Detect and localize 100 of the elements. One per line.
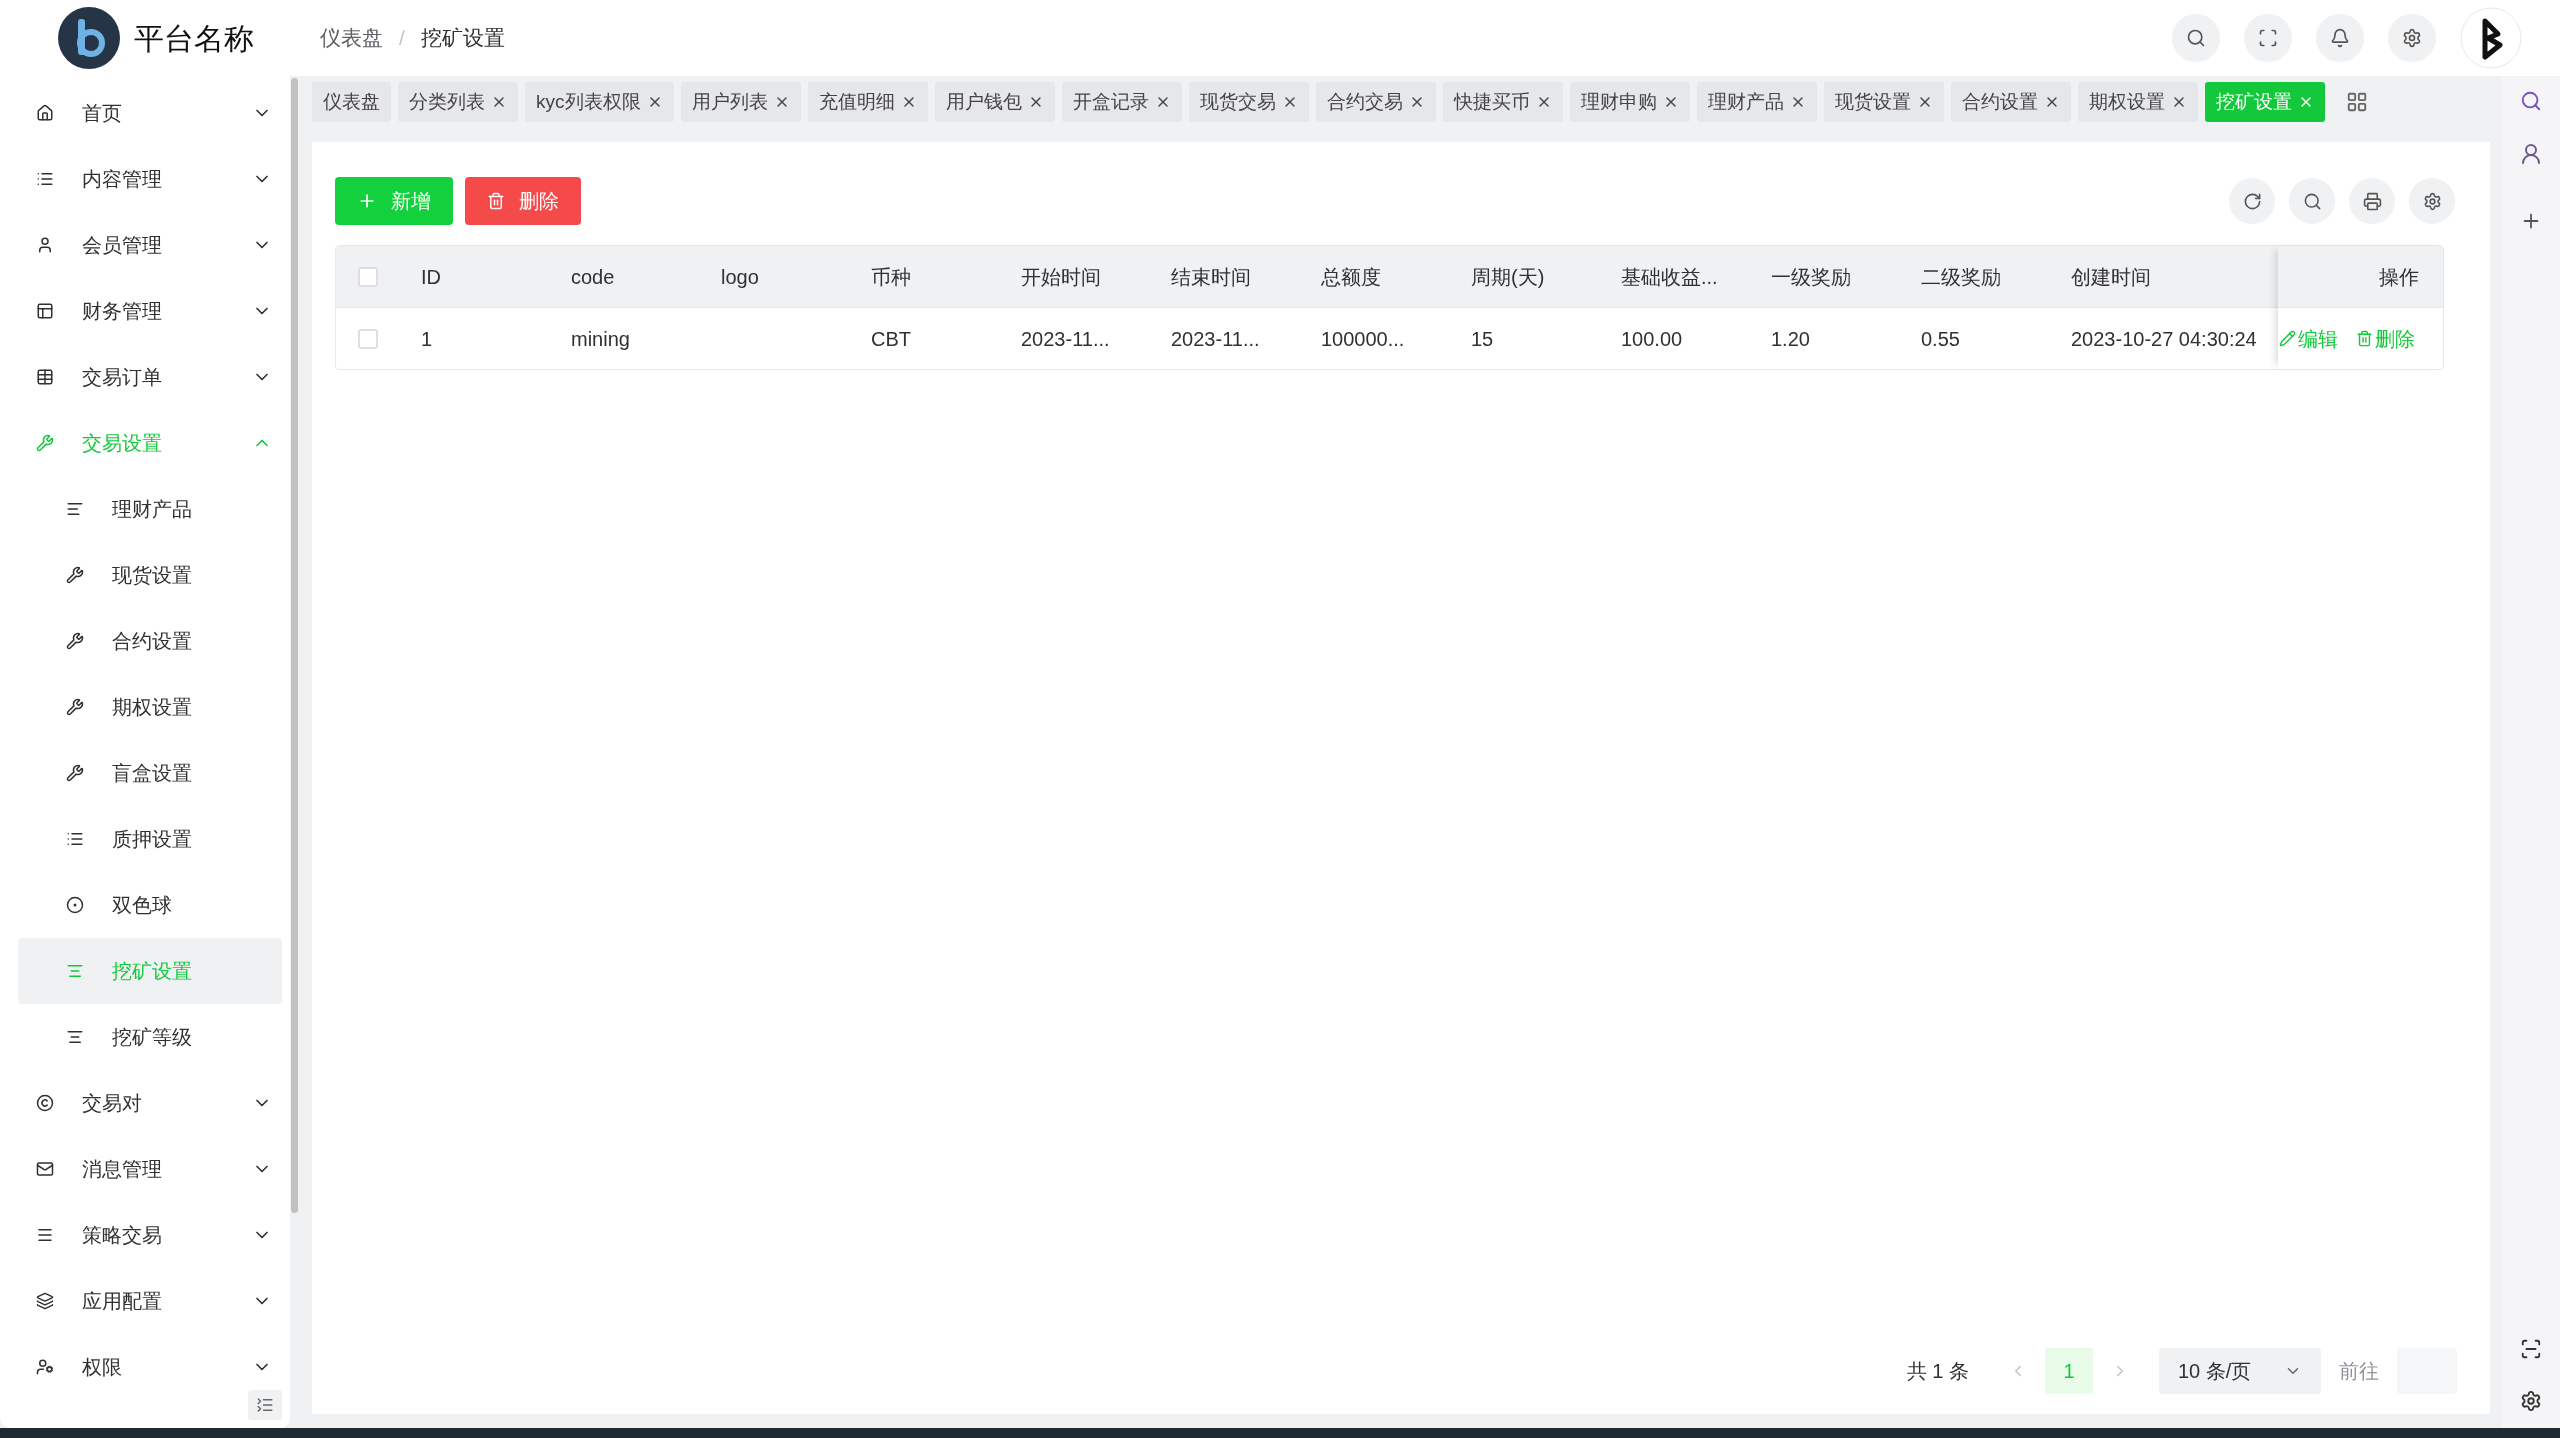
sidebar-subitem[interactable]: 合约设置: [18, 608, 282, 674]
dot-circle-icon: [66, 896, 84, 914]
page-tab[interactable]: 理财申购: [1569, 82, 1690, 122]
print-button[interactable]: [2349, 178, 2395, 224]
panel-icon: [36, 302, 54, 320]
sidebar-item[interactable]: 交易对: [18, 1070, 282, 1136]
settings-button[interactable]: [2409, 178, 2455, 224]
copyright-icon: [36, 1094, 54, 1112]
column-header: 操作: [2379, 264, 2419, 290]
settings-button[interactable]: [2388, 14, 2436, 62]
page-tab[interactable]: 用户列表: [680, 82, 801, 122]
list-icon: [36, 170, 54, 188]
search-icon[interactable]: [2520, 90, 2542, 112]
goto-label: 前往: [2339, 1359, 2379, 1384]
sidebar-subitem[interactable]: 理财产品: [18, 476, 282, 542]
table-cell-text: 1.20: [1771, 326, 1810, 352]
wrench-icon: [66, 764, 84, 782]
settings-icon[interactable]: [2520, 1390, 2542, 1412]
lines-icon: [66, 962, 84, 980]
sidebar-subitem[interactable]: 质押设置: [18, 806, 282, 872]
platform-title: 平台名称: [134, 20, 254, 57]
home-icon: [36, 104, 54, 122]
user-icon[interactable]: [2519, 142, 2543, 166]
sidebar-subitem[interactable]: 期权设置: [18, 674, 282, 740]
avatar-icon[interactable]: [2460, 7, 2522, 69]
sidebar-subitem[interactable]: 盲盒设置: [18, 740, 282, 806]
page-tab[interactable]: kyc列表权限: [525, 82, 674, 122]
page-tab[interactable]: 合约设置: [1950, 82, 2071, 122]
user-icon: [36, 236, 54, 254]
list-icon: [66, 830, 84, 848]
sidebar-item[interactable]: 策略交易: [18, 1202, 282, 1268]
pencil-icon: [2279, 330, 2296, 347]
column-header: logo: [721, 264, 759, 290]
refresh-icon: [2242, 191, 2262, 211]
lines-icon: [66, 500, 84, 518]
sidebar-item[interactable]: 权限: [18, 1334, 282, 1400]
logo-icon: [58, 7, 120, 69]
page-tab[interactable]: 充值明细: [807, 82, 928, 122]
sidebar-item[interactable]: 首页: [18, 80, 282, 146]
total-count: 共 1 条: [1906, 1359, 1969, 1384]
settings-icon: [2422, 191, 2442, 211]
search-icon: [2186, 28, 2206, 48]
grid-icon[interactable]: [2345, 91, 2368, 113]
scrollbar[interactable]: [291, 78, 298, 1213]
table-cell-text: 15: [1471, 326, 1494, 352]
page-tab[interactable]: 现货设置: [1823, 82, 1944, 122]
layers-icon: [36, 1292, 54, 1310]
search-button[interactable]: [2289, 178, 2335, 224]
page-tab[interactable]: 期权设置: [2077, 82, 2198, 122]
checkbox[interactable]: [358, 328, 378, 349]
page-tab[interactable]: 合约交易: [1315, 82, 1436, 122]
settings-icon: [2402, 28, 2422, 48]
search-button[interactable]: [2172, 14, 2220, 62]
column-header: 二级奖励: [1921, 264, 2001, 290]
page-size-select[interactable]: 10 条/页: [2159, 1348, 2321, 1394]
bell-button[interactable]: [2316, 14, 2364, 62]
page-tab[interactable]: 用户钱包: [934, 82, 1055, 122]
table-cell-text: 100.00: [1621, 326, 1683, 352]
sidebar-item[interactable]: 内容管理: [18, 146, 282, 212]
column-header: 开始时间: [1021, 264, 1101, 290]
page-tab[interactable]: 仪表盘: [312, 82, 391, 122]
page-tab[interactable]: 快捷买币: [1442, 82, 1563, 122]
refresh-button[interactable]: [2229, 178, 2275, 224]
sidebar-item[interactable]: 财务管理: [18, 278, 282, 344]
sidebar-subitem[interactable]: 双色球: [18, 872, 282, 938]
wrench-icon: [66, 698, 84, 716]
table-cell-text: 2023-11...: [1021, 326, 1110, 352]
breadcrumb-separator: /: [399, 25, 405, 52]
trash-icon: [2356, 330, 2373, 347]
breadcrumb-item: 挖矿设置: [420, 25, 505, 52]
page-tab[interactable]: 开盒记录: [1061, 82, 1182, 122]
table-cell-text: CBT: [871, 326, 911, 352]
column-header: 基础收益...: [1621, 264, 1718, 290]
column-header: ID: [421, 264, 441, 290]
checkbox[interactable]: [358, 266, 378, 287]
page-tab[interactable]: 现货交易: [1188, 82, 1309, 122]
collapse-sidebar-button[interactable]: [248, 1390, 282, 1420]
table-cell-text: 2023-11...: [1171, 326, 1260, 352]
table-cell-text: mining: [571, 326, 630, 352]
sidebar-item[interactable]: 消息管理: [18, 1136, 282, 1202]
user-settings-icon: [36, 1358, 54, 1376]
delete-button[interactable]: 删除: [465, 177, 581, 225]
print-icon: [2362, 191, 2382, 211]
sidebar-subitem[interactable]: 现货设置: [18, 542, 282, 608]
screenshot-icon[interactable]: [2520, 1338, 2542, 1360]
breadcrumb-item[interactable]: 仪表盘: [320, 22, 383, 54]
column-header: 结束时间: [1171, 264, 1251, 290]
sidebar-item[interactable]: 交易订单: [18, 344, 282, 410]
wrench-icon: [36, 434, 54, 452]
sidebar-item[interactable]: 会员管理: [18, 212, 282, 278]
sidebar-item[interactable]: 应用配置: [18, 1268, 282, 1334]
search-icon: [2302, 191, 2322, 211]
page-tab[interactable]: 分类列表: [398, 82, 518, 122]
trash-icon: [487, 192, 505, 210]
column-header: 币种: [871, 264, 911, 290]
menu-icon: [36, 1226, 54, 1244]
sidebar-subitem[interactable]: 挖矿等级: [18, 1004, 282, 1070]
table-cell-text: 100000...: [1321, 326, 1405, 352]
page-tab[interactable]: 理财产品: [1696, 82, 1817, 122]
mail-icon: [36, 1160, 54, 1178]
